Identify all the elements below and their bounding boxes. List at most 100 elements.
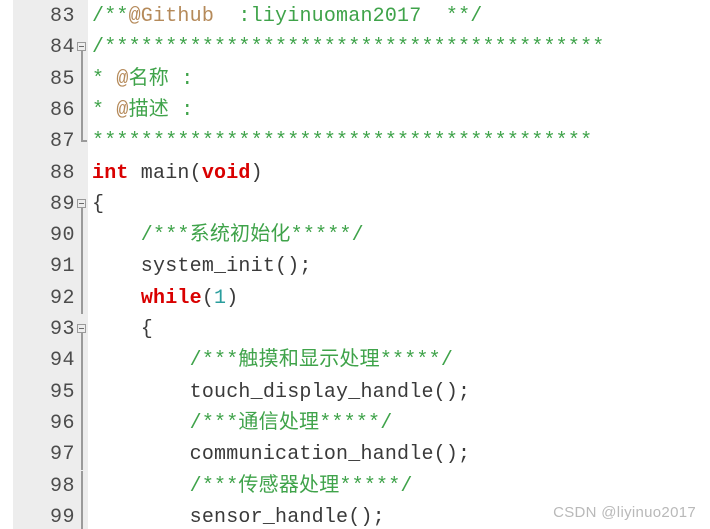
fold-guide-line [76, 282, 88, 314]
code-line[interactable]: 83 /**@Github :liyinuoman2017 **/ [0, 1, 710, 32]
code-text[interactable]: { [92, 189, 104, 220]
token-plain: ( [201, 286, 215, 310]
line-number: 93 [49, 318, 75, 341]
code-text[interactable]: * @名称 : [92, 64, 193, 95]
fold-column-empty [76, 1, 88, 32]
code-text[interactable]: while(1) [92, 283, 238, 314]
code-line[interactable]: 94 /***触摸和显示处理*****/ [0, 345, 710, 377]
code-line[interactable]: 86 * @描述 : [0, 94, 710, 127]
code-text[interactable]: int main(void) [92, 158, 263, 189]
code-text[interactable]: * @描述 : [92, 95, 193, 126]
fold-guide-line [76, 345, 88, 377]
code-line[interactable]: 89 { [0, 189, 710, 221]
line-number: 86 [49, 98, 75, 122]
line-number: 88 [49, 161, 75, 185]
code-line[interactable]: 87 **************************************… [0, 126, 710, 157]
fold-toggle-icon[interactable] [76, 314, 88, 346]
fold-collapse-icon[interactable] [77, 324, 86, 333]
line-number: 84 [49, 36, 75, 60]
code-text[interactable]: touch_display_handle(); [92, 377, 470, 408]
token-comment: * [92, 67, 117, 91]
code-text[interactable]: ****************************************… [92, 126, 642, 157]
fold-toggle-icon[interactable] [76, 32, 88, 65]
fold-toggle-icon[interactable] [76, 189, 88, 221]
code-line[interactable]: 96 /***通信处理*****/ [0, 407, 710, 440]
code-text[interactable]: /***************************************… [92, 32, 642, 63]
code-editor[interactable]: 83/**@Github :liyinuoman2017 **/84/*****… [0, 0, 710, 529]
token-comment: /***通信处理*****/ [92, 411, 393, 435]
code-text[interactable]: sensor_handle(); [92, 502, 385, 529]
code-text[interactable]: /**@Github :liyinuoman2017 **/ [92, 1, 482, 32]
line-number: 90 [49, 224, 75, 248]
fold-guide-line [76, 439, 88, 471]
code-line[interactable]: 97 communication_handle(); [0, 439, 710, 471]
token-number: 1 [214, 286, 227, 310]
code-line[interactable]: 93 { [0, 314, 710, 346]
token-comment: :liyinuoman2017 **/ [214, 5, 483, 28]
code-line[interactable]: 84 /*************************************… [0, 32, 710, 65]
code-line[interactable]: 98 /***传感器处理*****/ [0, 470, 710, 502]
fold-guide-line [76, 470, 88, 502]
fold-guide-line-segment [81, 251, 83, 283]
code-text[interactable]: { [92, 314, 153, 345]
code-text[interactable]: /***通信处理*****/ [92, 408, 393, 439]
fold-guide-line-segment [81, 439, 83, 471]
code-line[interactable]: 88 int main(void) [0, 158, 710, 189]
code-line[interactable]: 92 while(1) [0, 282, 710, 314]
line-number: 92 [49, 286, 75, 310]
token-comment: ****************************************… [92, 130, 593, 154]
code-line[interactable]: 90 /***系统初始化*****/ [0, 220, 710, 252]
token-doctag: @ [116, 67, 129, 91]
fold-region-end-icon [76, 126, 88, 157]
fold-guide-line-segment [81, 282, 83, 314]
line-number: 98 [49, 474, 75, 498]
code-text[interactable]: communication_handle(); [92, 439, 470, 470]
fold-guide-line [76, 251, 88, 283]
token-keyword: while [140, 286, 202, 310]
fold-end-bracket [81, 126, 87, 143]
fold-collapse-icon[interactable] [77, 198, 86, 208]
fold-guide-line [76, 501, 88, 529]
token-plain: { [92, 318, 154, 341]
fold-column-empty [76, 158, 88, 189]
fold-guide-line [76, 376, 88, 408]
code-line[interactable]: 95 touch_display_handle(); [0, 376, 710, 408]
fold-guide-line-segment [81, 220, 83, 252]
fold-collapse-icon[interactable] [77, 42, 86, 52]
fold-guide-line [76, 407, 88, 440]
code-text[interactable]: system_init(); [92, 251, 312, 282]
token-doctag: @ [116, 98, 129, 122]
token-comment: /** [92, 5, 129, 28]
fold-guide-line [76, 94, 88, 127]
fold-guide-line-segment [81, 407, 83, 440]
token-comment: /***传感器处理*****/ [92, 474, 413, 498]
token-keyword: int [92, 161, 129, 185]
fold-guide-line-segment [81, 376, 83, 408]
fold-guide-line-segment [81, 63, 83, 95]
token-plain: sensor_handle(); [92, 505, 385, 529]
code-text[interactable]: /***触摸和显示处理*****/ [92, 345, 453, 376]
watermark-text: CSDN @liyinuo2017 [553, 504, 696, 521]
fold-guide-line-segment [81, 345, 83, 377]
token-comment: 描述 : [128, 98, 194, 122]
token-doctag: @Github [128, 5, 215, 28]
code-line[interactable]: 85 * @名称 : [0, 63, 710, 95]
code-line[interactable]: 91 system_init(); [0, 251, 710, 283]
line-number: 95 [49, 380, 75, 404]
token-comment: /***触摸和显示处理*****/ [92, 349, 454, 373]
fold-guide-line [76, 220, 88, 252]
code-text[interactable]: /***传感器处理*****/ [92, 471, 413, 502]
token-plain: touch_display_handle(); [92, 380, 471, 404]
token-plain: ) [250, 161, 263, 185]
line-number: 83 [49, 5, 75, 28]
fold-guide-line-segment [81, 501, 83, 529]
token-comment: /***************************************… [92, 36, 605, 60]
token-plain: main( [128, 161, 202, 185]
fold-guide-line [81, 207, 83, 221]
code-text[interactable]: /***系统初始化*****/ [92, 220, 364, 251]
token-comment: * [92, 98, 117, 122]
line-number: 97 [49, 443, 75, 467]
token-comment: /***系统初始化*****/ [92, 224, 364, 248]
token-plain: ) [226, 286, 239, 310]
